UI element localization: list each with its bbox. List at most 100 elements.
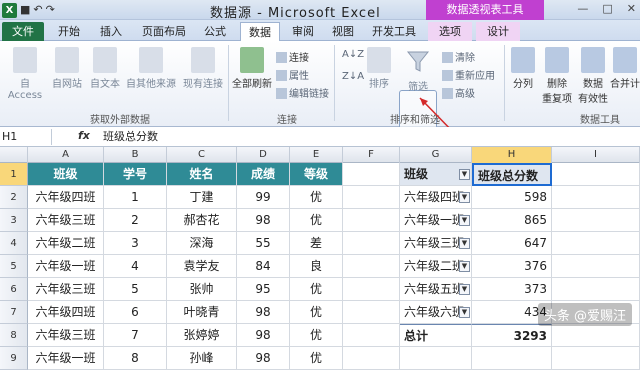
table-cell[interactable]: 98 bbox=[237, 347, 290, 370]
table-cell[interactable]: 优 bbox=[290, 278, 343, 301]
row-header[interactable]: 1 bbox=[0, 163, 28, 186]
table-cell[interactable]: 优 bbox=[290, 324, 343, 347]
header-cell-name[interactable]: 姓名 bbox=[167, 163, 237, 186]
table-cell[interactable]: 优 bbox=[290, 186, 343, 209]
pivot-row-value[interactable]: 598 bbox=[472, 186, 552, 209]
table-cell[interactable]: 六年级四班 bbox=[28, 186, 104, 209]
empty-cell[interactable] bbox=[552, 163, 640, 186]
header-dropdown-icon[interactable]: ▼ bbox=[459, 169, 470, 180]
table-cell[interactable]: 袁学友 bbox=[167, 255, 237, 278]
filter-dropdown-icon[interactable]: ▼ bbox=[459, 284, 470, 295]
empty-cell[interactable] bbox=[552, 324, 640, 347]
pivot-total-label[interactable]: 总计 bbox=[400, 324, 472, 347]
table-cell[interactable]: 六年级四班 bbox=[28, 301, 104, 324]
table-cell[interactable]: 六年级二班 bbox=[28, 232, 104, 255]
column-header-d[interactable]: D bbox=[237, 147, 290, 163]
empty-cell[interactable] bbox=[552, 347, 640, 370]
row-header[interactable]: 7 bbox=[0, 301, 28, 324]
empty-cell[interactable] bbox=[343, 163, 400, 186]
row-header[interactable]: 3 bbox=[0, 209, 28, 232]
filter-dropdown-icon[interactable]: ▼ bbox=[459, 261, 470, 272]
table-cell[interactable]: 深海 bbox=[167, 232, 237, 255]
row-header[interactable]: 2 bbox=[0, 186, 28, 209]
row-header[interactable]: 5 bbox=[0, 255, 28, 278]
empty-cell[interactable] bbox=[343, 232, 400, 255]
select-all-corner[interactable] bbox=[0, 147, 28, 163]
table-cell[interactable]: 孙峰 bbox=[167, 347, 237, 370]
table-cell[interactable]: 郝杏花 bbox=[167, 209, 237, 232]
table-cell[interactable]: 98 bbox=[237, 301, 290, 324]
column-header-b[interactable]: B bbox=[104, 147, 167, 163]
table-cell[interactable]: 98 bbox=[237, 324, 290, 347]
formula-input[interactable]: 班级总分数 bbox=[103, 129, 158, 145]
column-header-f[interactable]: F bbox=[343, 147, 400, 163]
column-header-h[interactable]: H bbox=[472, 147, 552, 163]
empty-cell[interactable] bbox=[400, 347, 472, 370]
empty-cell[interactable] bbox=[552, 186, 640, 209]
table-cell[interactable]: 98 bbox=[237, 209, 290, 232]
table-cell[interactable]: 95 bbox=[237, 278, 290, 301]
table-cell[interactable]: 8 bbox=[104, 347, 167, 370]
row-header[interactable]: 6 bbox=[0, 278, 28, 301]
row-header[interactable]: 9 bbox=[0, 347, 28, 370]
empty-cell[interactable] bbox=[343, 255, 400, 278]
table-cell[interactable]: 1 bbox=[104, 186, 167, 209]
empty-cell[interactable] bbox=[343, 186, 400, 209]
header-cell-score[interactable]: 成绩 bbox=[237, 163, 290, 186]
empty-cell[interactable] bbox=[343, 324, 400, 347]
filter-dropdown-icon[interactable]: ▼ bbox=[459, 238, 470, 249]
fx-icon[interactable]: fx bbox=[78, 129, 90, 142]
table-cell[interactable]: 六年级三班 bbox=[28, 209, 104, 232]
table-cell[interactable]: 优 bbox=[290, 209, 343, 232]
empty-cell[interactable] bbox=[552, 209, 640, 232]
pivot-row-value[interactable]: 647 bbox=[472, 232, 552, 255]
empty-cell[interactable] bbox=[343, 301, 400, 324]
empty-cell[interactable] bbox=[552, 255, 640, 278]
column-header-c[interactable]: C bbox=[167, 147, 237, 163]
row-header[interactable]: 8 bbox=[0, 324, 28, 347]
column-header-g[interactable]: G bbox=[400, 147, 472, 163]
table-cell[interactable]: 84 bbox=[237, 255, 290, 278]
table-cell[interactable]: 差 bbox=[290, 232, 343, 255]
table-cell[interactable]: 张帅 bbox=[167, 278, 237, 301]
table-cell[interactable]: 良 bbox=[290, 255, 343, 278]
table-cell[interactable]: 六年级三班 bbox=[28, 278, 104, 301]
empty-cell[interactable] bbox=[552, 232, 640, 255]
table-cell[interactable]: 张婷婷 bbox=[167, 324, 237, 347]
table-cell[interactable]: 3 bbox=[104, 232, 167, 255]
filter-dropdown-icon[interactable]: ▼ bbox=[459, 307, 470, 318]
pivot-row-value[interactable]: 373 bbox=[472, 278, 552, 301]
pivot-total-value[interactable]: 3293 bbox=[472, 324, 552, 347]
pivot-header-total[interactable]: 班级总分数 bbox=[472, 163, 552, 186]
table-cell[interactable]: 优 bbox=[290, 301, 343, 324]
table-cell[interactable]: 2 bbox=[104, 209, 167, 232]
header-cell-id[interactable]: 学号 bbox=[104, 163, 167, 186]
name-box[interactable]: H1 bbox=[0, 129, 52, 145]
table-cell[interactable]: 4 bbox=[104, 255, 167, 278]
empty-cell[interactable] bbox=[343, 347, 400, 370]
header-cell-class[interactable]: 班级 bbox=[28, 163, 104, 186]
filter-dropdown-icon[interactable]: ▼ bbox=[459, 192, 470, 203]
empty-cell[interactable] bbox=[552, 278, 640, 301]
empty-cell[interactable] bbox=[472, 347, 552, 370]
table-cell[interactable]: 7 bbox=[104, 324, 167, 347]
table-cell[interactable]: 99 bbox=[237, 186, 290, 209]
table-cell[interactable]: 六年级一班 bbox=[28, 347, 104, 370]
row-header[interactable]: 4 bbox=[0, 232, 28, 255]
table-cell[interactable]: 5 bbox=[104, 278, 167, 301]
column-header-i[interactable]: I bbox=[552, 147, 640, 163]
table-cell[interactable]: 丁建 bbox=[167, 186, 237, 209]
pivot-row-value[interactable]: 376 bbox=[472, 255, 552, 278]
column-header-e[interactable]: E bbox=[290, 147, 343, 163]
table-cell[interactable]: 6 bbox=[104, 301, 167, 324]
table-cell[interactable]: 优 bbox=[290, 347, 343, 370]
header-cell-grade[interactable]: 等级 bbox=[290, 163, 343, 186]
table-cell[interactable]: 六年级一班 bbox=[28, 255, 104, 278]
table-cell[interactable]: 六年级三班 bbox=[28, 324, 104, 347]
column-header-a[interactable]: A bbox=[28, 147, 104, 163]
empty-cell[interactable] bbox=[343, 278, 400, 301]
empty-cell[interactable] bbox=[343, 209, 400, 232]
pivot-row-value[interactable]: 865 bbox=[472, 209, 552, 232]
table-cell[interactable]: 叶晓青 bbox=[167, 301, 237, 324]
filter-dropdown-icon[interactable]: ▼ bbox=[459, 215, 470, 226]
